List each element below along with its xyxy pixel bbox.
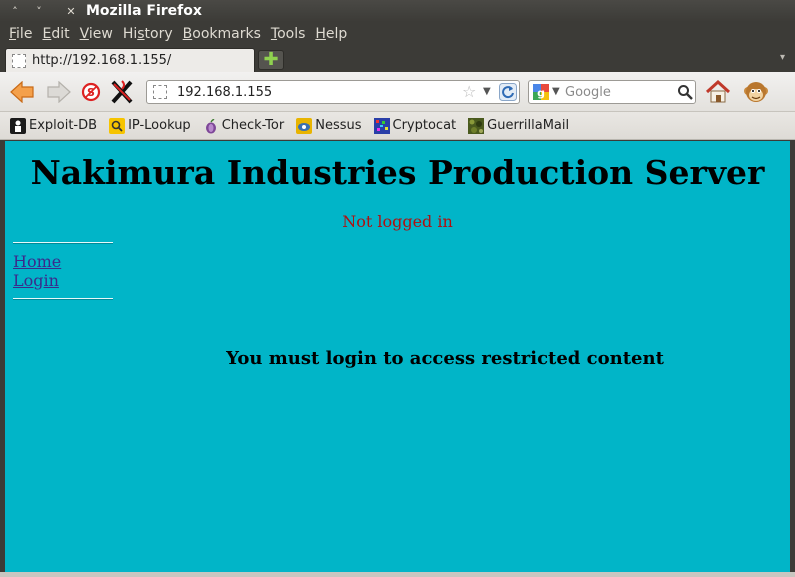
home-icon[interactable] — [705, 79, 731, 105]
guerrillamail-icon — [468, 117, 485, 134]
menu-tools[interactable]: Tools — [266, 26, 311, 42]
restricted-message: You must login to access restricted cont… — [226, 348, 664, 369]
site-identity-icon[interactable] — [153, 85, 167, 99]
bookmark-label: Nessus — [315, 118, 362, 133]
divider-top — [13, 242, 113, 244]
exploit-db-icon — [10, 117, 26, 134]
svg-text:g: g — [537, 87, 545, 100]
url-bar[interactable]: ☆ ▼ — [146, 80, 520, 104]
nessus-icon — [296, 117, 313, 134]
page-content: Nakimura Industries Production Server No… — [5, 141, 790, 572]
window-title: Mozilla Firefox — [86, 3, 202, 19]
divider-bottom — [13, 298, 113, 300]
login-link[interactable]: Login — [13, 271, 61, 290]
tab-active[interactable]: http://192.168.1.155/ — [5, 48, 255, 72]
tor-onion-icon — [203, 118, 219, 134]
menu-help[interactable]: Help — [310, 26, 352, 42]
home-link[interactable]: Home — [13, 252, 61, 271]
xss-me-icon[interactable] — [109, 79, 135, 105]
bookmarks-toolbar: Exploit-DB IP-Lookup Check-Tor Nessus Cr… — [0, 112, 795, 140]
bookmark-nessus[interactable]: Nessus — [296, 117, 362, 134]
cryptocat-icon — [373, 117, 390, 134]
maximize-icon[interactable]: ˅ — [30, 2, 48, 20]
bookmark-guerrillamail[interactable]: GuerrillaMail — [468, 117, 570, 134]
tab-list-chevron-icon[interactable]: ▾ — [780, 52, 785, 63]
page-favicon-icon — [12, 53, 26, 68]
bookmark-exploit-db[interactable]: Exploit-DB — [10, 117, 98, 134]
site-nav: Home Login — [13, 252, 61, 290]
menu-history[interactable]: History — [118, 26, 178, 42]
bookmark-label: IP-Lookup — [128, 118, 191, 133]
greasemonkey-icon[interactable] — [743, 79, 769, 105]
close-icon[interactable]: ✕ — [62, 2, 80, 20]
search-bar[interactable]: g ▼ — [528, 80, 696, 104]
page-title: Nakimura Industries Production Server — [30, 153, 765, 192]
menu-bar: File Edit View History Bookmarks Tools H… — [0, 22, 795, 46]
menu-view[interactable]: View — [75, 26, 118, 42]
bookmark-label: Cryptocat — [392, 118, 457, 133]
window-status-edge — [0, 572, 795, 577]
menu-file[interactable]: File — [0, 26, 37, 42]
back-arrow-icon[interactable] — [9, 79, 35, 105]
window-titlebar: ˄ ˅ ✕ Mozilla Firefox — [0, 0, 795, 22]
search-magnifier-icon[interactable] — [677, 84, 693, 100]
bookmark-check-tor[interactable]: Check-Tor — [203, 118, 285, 134]
forward-arrow-icon[interactable] — [46, 79, 72, 105]
ip-lookup-icon — [109, 117, 126, 134]
plus-icon: ✚ — [263, 49, 279, 70]
bookmark-label: Exploit-DB — [29, 118, 98, 133]
tab-label: http://192.168.1.155/ — [32, 53, 172, 68]
url-input[interactable] — [177, 83, 457, 101]
bookmark-label: GuerrillaMail — [487, 118, 570, 133]
url-history-dropdown-icon[interactable]: ▼ — [483, 86, 491, 97]
bookmark-ip-lookup[interactable]: IP-Lookup — [109, 117, 191, 134]
menu-bookmarks[interactable]: Bookmarks — [178, 26, 266, 42]
navigation-toolbar: S ☆ ▼ g ▼ — [0, 72, 795, 112]
reload-icon[interactable] — [499, 83, 517, 101]
menu-edit[interactable]: Edit — [37, 26, 74, 42]
search-engine-dropdown-icon[interactable]: ▼ — [552, 86, 560, 97]
bookmark-cryptocat[interactable]: Cryptocat — [373, 117, 457, 134]
new-tab-button[interactable]: ✚ — [258, 50, 284, 70]
search-input[interactable] — [565, 83, 675, 101]
tab-strip: http://192.168.1.155/ ✚ ▾ — [0, 46, 795, 72]
bookmark-label: Check-Tor — [221, 118, 285, 133]
login-status-text: Not logged in — [342, 212, 453, 231]
minimize-icon[interactable]: ˄ — [6, 2, 24, 20]
google-engine-icon[interactable]: g — [533, 84, 549, 100]
noscript-icon[interactable]: S — [78, 79, 104, 105]
bookmark-star-icon[interactable]: ☆ — [462, 82, 476, 101]
